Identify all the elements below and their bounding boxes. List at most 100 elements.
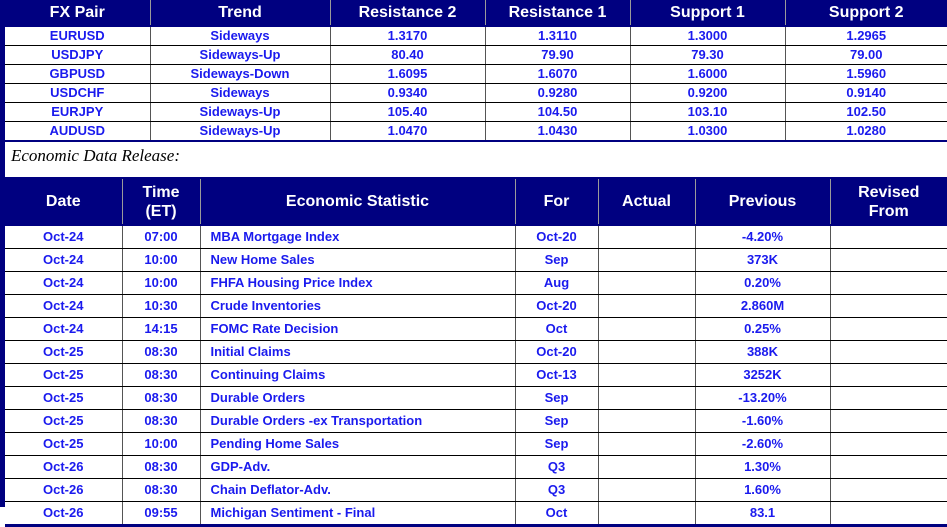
eco-cell-time: 08:30 [122,387,200,410]
table-row: Oct-26 09:55 Michigan Sentiment - Final … [5,502,947,526]
fx-cell-resistance1: 0.9280 [485,84,630,103]
eco-cell-revised [830,364,947,387]
fx-cell-resistance2: 80.40 [330,46,485,65]
eco-cell-statistic: Pending Home Sales [200,433,515,456]
eco-cell-previous: -2.60% [695,433,830,456]
eco-cell-revised [830,318,947,341]
table-row: Oct-25 08:30 Durable Orders Sep -13.20% [5,387,947,410]
eco-cell-for: Oct-13 [515,364,598,387]
eco-cell-actual [598,318,695,341]
fx-cell-trend: Sideways [150,84,330,103]
eco-cell-previous: -13.20% [695,387,830,410]
eco-cell-previous: 83.1 [695,502,830,526]
eco-col-header-time-line1: Time [123,183,200,202]
eco-cell-date: Oct-25 [5,341,122,364]
fx-cell-support2: 1.2965 [785,26,947,46]
eco-cell-previous: 1.30% [695,456,830,479]
eco-cell-revised [830,341,947,364]
eco-col-header-actual: Actual [598,178,695,225]
eco-cell-previous: 0.20% [695,272,830,295]
fx-cell-resistance1: 1.3110 [485,26,630,46]
eco-cell-revised [830,410,947,433]
fx-cell-pair: USDJPY [5,46,150,65]
report-sheet: FX Pair Trend Resistance 2 Resistance 1 … [0,0,947,507]
eco-cell-actual [598,295,695,318]
fx-cell-pair: USDCHF [5,84,150,103]
eco-cell-statistic: Michigan Sentiment - Final [200,502,515,526]
fx-cell-support1: 0.9200 [630,84,785,103]
eco-cell-time: 10:00 [122,433,200,456]
eco-cell-revised [830,479,947,502]
eco-col-header-previous: Previous [695,178,830,225]
eco-cell-for: Oct-20 [515,225,598,249]
eco-cell-statistic: Crude Inventories [200,295,515,318]
fx-cell-pair: AUDUSD [5,122,150,142]
fx-cell-trend: Sideways-Down [150,65,330,84]
eco-cell-for: Sep [515,410,598,433]
fx-cell-trend: Sideways-Up [150,103,330,122]
eco-cell-for: Oct-20 [515,341,598,364]
eco-cell-actual [598,433,695,456]
eco-table-body: Oct-24 07:00 MBA Mortgage Index Oct-20 -… [5,225,947,526]
fx-cell-resistance2: 1.6095 [330,65,485,84]
eco-col-header-for: For [515,178,598,225]
eco-cell-revised [830,295,947,318]
eco-cell-time: 10:00 [122,249,200,272]
fx-cell-trend: Sideways-Up [150,122,330,142]
eco-cell-actual [598,456,695,479]
fx-col-header-trend: Trend [150,0,330,26]
eco-cell-statistic: FOMC Rate Decision [200,318,515,341]
eco-cell-date: Oct-25 [5,364,122,387]
eco-cell-actual [598,479,695,502]
eco-cell-for: Sep [515,433,598,456]
eco-cell-statistic: MBA Mortgage Index [200,225,515,249]
eco-cell-time: 08:30 [122,410,200,433]
fx-cell-support2: 79.00 [785,46,947,65]
eco-cell-revised [830,456,947,479]
eco-cell-time: 08:30 [122,364,200,387]
eco-cell-actual [598,364,695,387]
eco-cell-date: Oct-24 [5,295,122,318]
eco-cell-statistic: Continuing Claims [200,364,515,387]
eco-cell-revised [830,387,947,410]
eco-cell-time: 10:00 [122,272,200,295]
eco-col-header-time-line2: (ET) [123,202,200,221]
eco-cell-previous: -4.20% [695,225,830,249]
table-row: Oct-24 10:00 New Home Sales Sep 373K [5,249,947,272]
eco-cell-statistic: New Home Sales [200,249,515,272]
eco-cell-for: Sep [515,249,598,272]
fx-cell-resistance1: 79.90 [485,46,630,65]
fx-cell-trend: Sideways-Up [150,46,330,65]
eco-cell-statistic: Durable Orders -ex Transportation [200,410,515,433]
section-spacer [5,169,947,177]
table-row: GBPUSD Sideways-Down 1.6095 1.6070 1.600… [5,65,947,84]
eco-cell-for: Q3 [515,479,598,502]
eco-cell-revised [830,225,947,249]
table-row: Oct-25 08:30 Durable Orders -ex Transpor… [5,410,947,433]
eco-col-header-statistic: Economic Statistic [200,178,515,225]
eco-col-header-revised-from: Revised From [830,178,947,225]
fx-cell-support1: 79.30 [630,46,785,65]
table-row: USDCHF Sideways 0.9340 0.9280 0.9200 0.9… [5,84,947,103]
table-row: Oct-24 10:00 FHFA Housing Price Index Au… [5,272,947,295]
fx-cell-support1: 103.10 [630,103,785,122]
eco-cell-previous: 2.860M [695,295,830,318]
fx-col-header-resistance2: Resistance 2 [330,0,485,26]
eco-cell-previous: 373K [695,249,830,272]
eco-cell-date: Oct-24 [5,272,122,295]
eco-cell-revised [830,502,947,526]
fx-cell-resistance1: 104.50 [485,103,630,122]
caption-label: Economic Data Release: [11,146,180,165]
eco-cell-time: 08:30 [122,479,200,502]
table-row: Oct-25 08:30 Initial Claims Oct-20 388K [5,341,947,364]
eco-cell-for: Oct-20 [515,295,598,318]
table-row: Oct-25 08:30 Continuing Claims Oct-13 32… [5,364,947,387]
fx-cell-resistance2: 1.3170 [330,26,485,46]
table-row: AUDUSD Sideways-Up 1.0470 1.0430 1.0300 … [5,122,947,142]
economic-data-release-caption: Economic Data Release: [5,142,947,169]
eco-cell-actual [598,410,695,433]
eco-cell-statistic: Durable Orders [200,387,515,410]
table-row: USDJPY Sideways-Up 80.40 79.90 79.30 79.… [5,46,947,65]
eco-cell-time: 08:30 [122,341,200,364]
fx-col-header-support2: Support 2 [785,0,947,26]
